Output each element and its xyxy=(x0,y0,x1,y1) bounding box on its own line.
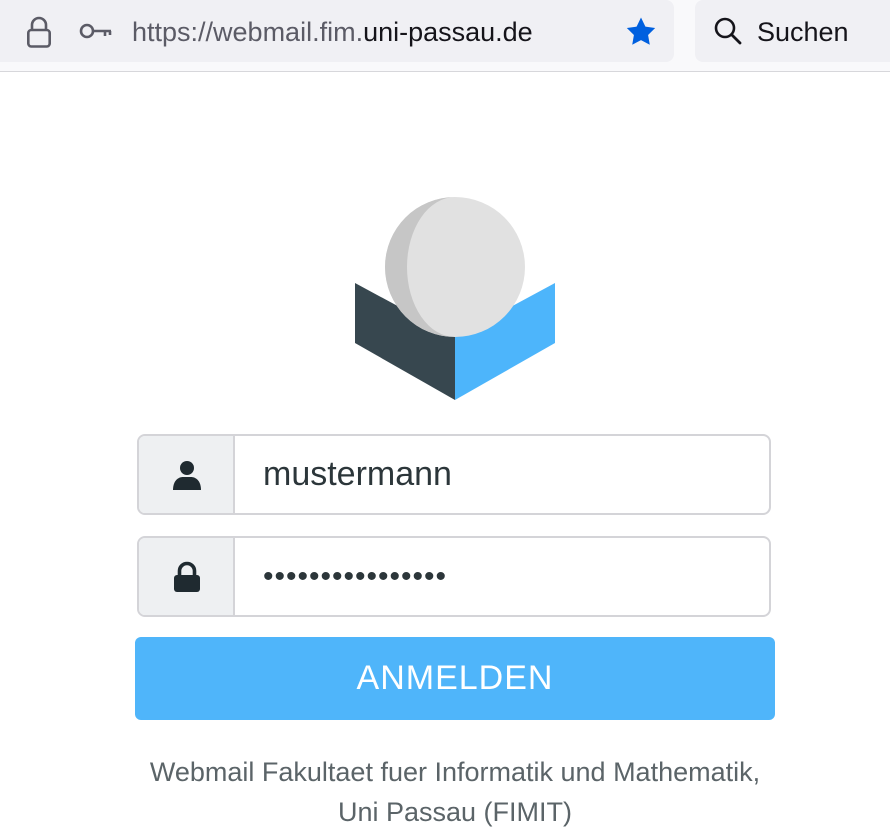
roundcube-logo xyxy=(355,197,555,400)
username-field xyxy=(137,434,771,515)
footer-text: Webmail Fakultaet fuer Informatik und Ma… xyxy=(95,752,815,832)
padlock-icon xyxy=(174,561,200,592)
address-bar[interactable]: https://webmail.fim.uni-passau.de xyxy=(0,0,674,62)
user-icon xyxy=(173,461,201,490)
search-label: Suchen xyxy=(757,17,849,47)
url-text[interactable]: https://webmail.fim.uni-passau.de xyxy=(132,15,533,49)
lock-icon[interactable] xyxy=(26,15,52,49)
url-prefix: https://webmail.fim. xyxy=(132,17,364,47)
login-button[interactable]: ANMELDEN xyxy=(135,637,775,720)
footer-line-2: Uni Passau (FIMIT) xyxy=(337,797,573,827)
star-icon[interactable] xyxy=(624,15,658,49)
username-addon xyxy=(139,436,235,513)
footer-line-1: Webmail Fakultaet fuer Informatik und Ma… xyxy=(149,757,761,787)
url-host: uni-passau.de xyxy=(363,17,533,47)
search-icon xyxy=(714,17,742,45)
username-input[interactable] xyxy=(235,436,769,513)
password-field xyxy=(137,536,771,617)
password-addon xyxy=(139,538,235,615)
key-icon[interactable] xyxy=(79,21,113,41)
search-box[interactable]: Suchen xyxy=(695,0,890,62)
browser-toolbar: https://webmail.fim.uni-passau.de Suchen xyxy=(0,0,890,72)
password-input[interactable] xyxy=(235,538,769,615)
